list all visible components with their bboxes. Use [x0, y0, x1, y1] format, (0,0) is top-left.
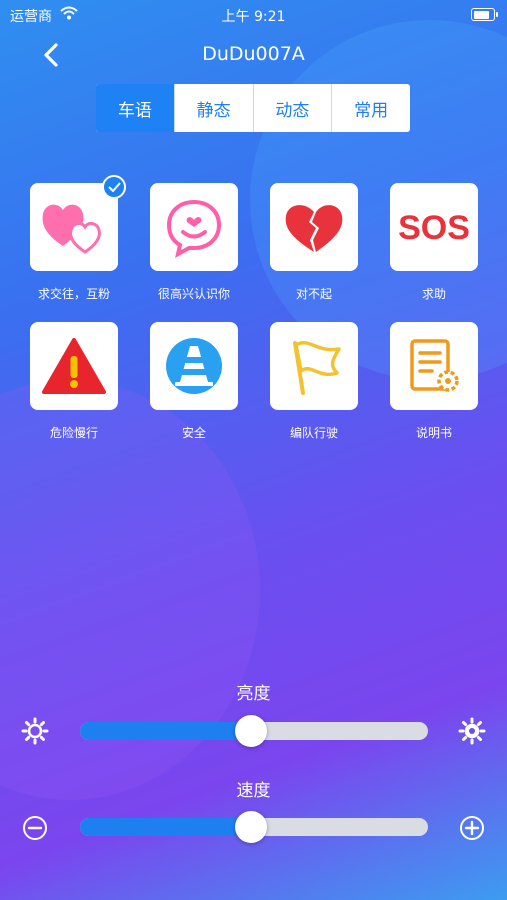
manual-icon — [410, 339, 459, 392]
selected-check-icon — [102, 175, 126, 199]
double-heart-icon — [42, 204, 101, 254]
grid-item-nice-to-meet[interactable]: 很高兴认识你 — [134, 183, 254, 302]
speed-slider[interactable] — [80, 811, 428, 843]
grid-item-danger-slow[interactable]: 危险慢行 — [14, 322, 134, 441]
brightness-label: 亮度 — [236, 684, 271, 704]
brightness-slider-thumb[interactable] — [234, 715, 267, 747]
flag-icon — [293, 341, 341, 395]
grid-item-card[interactable] — [30, 175, 126, 271]
grid-item-label: 对不起 — [295, 287, 332, 301]
svg-text:SOS: SOS — [398, 209, 470, 247]
broken-heart-icon — [285, 205, 343, 252]
grid-item-label: 说明书 — [415, 426, 452, 440]
grid-item-card[interactable] — [30, 322, 118, 410]
speed-slider-thumb[interactable] — [234, 811, 267, 843]
grid-item-card[interactable]: SOS — [390, 183, 478, 271]
tab-common[interactable]: 常用 — [331, 84, 410, 132]
traffic-cone-icon — [166, 338, 222, 394]
brightness-slider[interactable] — [80, 715, 428, 747]
speed-label: 速度 — [236, 781, 271, 801]
grid-item-card[interactable] — [270, 322, 358, 410]
tab-car-language[interactable]: 车语 — [96, 84, 174, 132]
page-title: DuDu007A — [202, 43, 305, 65]
grid-item-label: 很高兴认识你 — [157, 287, 230, 301]
grid-item-card[interactable] — [150, 322, 238, 410]
warning-icon — [42, 338, 106, 394]
brightness-up-icon[interactable] — [458, 717, 486, 745]
speed-decrease-icon[interactable] — [21, 814, 49, 842]
grid-item-safety[interactable]: 安全 — [134, 322, 254, 441]
tab-dynamic[interactable]: 动态 — [252, 84, 332, 132]
grid-item-card[interactable] — [270, 183, 358, 271]
grid-item-make-friends[interactable]: 求交往，互粉 — [14, 175, 134, 302]
sos-icon: SOS — [398, 209, 470, 247]
grid-item-convoy[interactable]: 编队行驶 — [254, 322, 374, 441]
tab-static[interactable]: 静态 — [173, 84, 253, 132]
grid-item-sos[interactable]: SOS 求助 — [374, 183, 494, 302]
grid-item-card[interactable] — [390, 322, 478, 410]
expression-grid: 求交往，互粉 很高兴认识你 对不起 SOS 求助 危险慢行 安全 编队行驶 说明… — [14, 175, 494, 441]
battery-icon — [471, 8, 498, 21]
grid-item-label: 编队行驶 — [289, 426, 338, 440]
clock: 上午 9:21 — [221, 9, 286, 25]
brightness-down-icon[interactable] — [21, 717, 49, 745]
grid-item-sorry[interactable]: 对不起 — [254, 183, 374, 302]
grid-item-label: 安全 — [181, 426, 206, 440]
grid-item-label: 危险慢行 — [49, 426, 98, 440]
grid-item-label: 求交往，互粉 — [37, 287, 110, 301]
speed-increase-icon[interactable] — [458, 814, 486, 842]
smiley-chat-icon — [166, 199, 222, 258]
grid-item-card[interactable] — [150, 183, 238, 271]
tab-bar: 车语 静态 动态 常用 — [96, 84, 410, 132]
status-bar: 运营商 上午 9:21 — [0, 0, 507, 30]
grid-item-manual[interactable]: 说明书 — [374, 322, 494, 441]
grid-item-label: 求助 — [421, 287, 446, 301]
